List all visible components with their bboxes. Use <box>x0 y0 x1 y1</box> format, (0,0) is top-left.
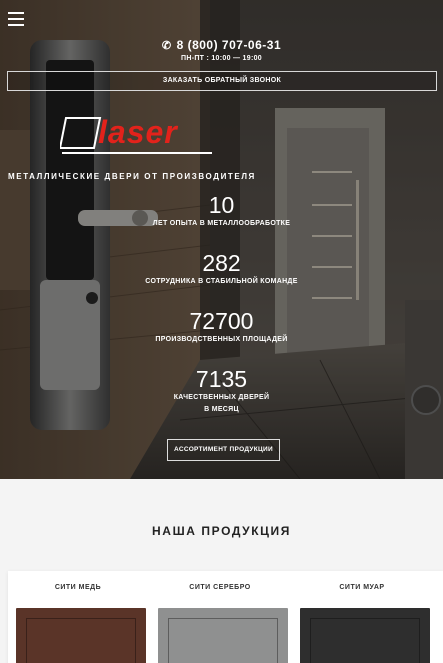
stat-value: 10 <box>208 192 235 218</box>
stat-doors-per-month: 7135 КАЧЕСТВЕННЫХ ДВЕРЕЙ В МЕСЯЦ <box>0 366 443 413</box>
phone-icon: ✆ <box>161 40 172 52</box>
product-name: СИТИ МУАР <box>339 584 385 591</box>
product-card[interactable]: СИТИ СЕРЕБРО <box>150 571 290 663</box>
products-carousel: СИТИ МЕДЬ СИТИ СЕРЕБРО СИТИ МУАР <box>8 571 443 663</box>
product-card[interactable]: СИТИ МЕДЬ <box>8 571 148 663</box>
stat-label: СОТРУДНИКА В СТАБИЛЬНОЙ КОМАНДЕ <box>145 278 298 285</box>
stat-experience: 10 ЛЕТ ОПЫТА В МЕТАЛЛООБРАБОТКЕ <box>0 192 443 227</box>
door-image <box>16 608 146 663</box>
working-hours: ПН-ПТ : 10:00 — 19:00 <box>181 55 262 62</box>
stat-label-secondary: В МЕСЯЦ <box>204 406 239 413</box>
stat-employees: 282 СОТРУДНИКА В СТАБИЛЬНОЙ КОМАНДЕ <box>0 250 443 285</box>
phone-number: 8 (800) 707-06-31 <box>176 38 282 52</box>
stat-production-area: 72700 ПРОИЗВОДСТВЕННЫХ ПЛОЩАДЕЙ <box>0 308 443 343</box>
page: ✆ 8 (800) 707-06-31 ПН-ПТ : 10:00 — 19:00… <box>0 0 443 663</box>
hamburger-menu-icon[interactable] <box>8 12 24 26</box>
stat-value: 282 <box>202 250 241 276</box>
hero-section: ✆ 8 (800) 707-06-31 ПН-ПТ : 10:00 — 19:00… <box>0 0 443 479</box>
phone-number-link[interactable]: ✆ 8 (800) 707-06-31 <box>0 38 443 52</box>
company-tagline: МЕТАЛЛИЧЕСКИЕ ДВЕРИ ОТ ПРОИЗВОДИТЕЛЯ <box>8 172 256 181</box>
stat-label: КАЧЕСТВЕННЫХ ДВЕРЕЙ <box>173 394 270 401</box>
request-callback-button[interactable]: ЗАКАЗАТЬ ОБРАТНЫЙ ЗВОНОК <box>7 71 437 91</box>
product-name: СИТИ СЕРЕБРО <box>189 584 251 591</box>
laser-logo[interactable]: laser <box>60 114 220 158</box>
door-image <box>158 608 288 663</box>
door-image <box>300 608 430 663</box>
stat-label: ЛЕТ ОПЫТА В МЕТАЛЛООБРАБОТКЕ <box>152 220 291 227</box>
product-card[interactable]: СИТИ МУАР <box>292 571 432 663</box>
stat-label: ПРОИЗВОДСТВЕННЫХ ПЛОЩАДЕЙ <box>155 336 288 343</box>
stat-value: 7135 <box>195 366 248 392</box>
product-name: СИТИ МЕДЬ <box>54 584 102 591</box>
stat-value: 72700 <box>189 308 254 334</box>
products-section-title: НАША ПРОДУКЦИЯ <box>152 524 291 538</box>
assortment-button[interactable]: АССОРТИМЕНТ ПРОДУКЦИИ <box>167 439 280 461</box>
logo-wordmark: laser <box>98 114 178 150</box>
